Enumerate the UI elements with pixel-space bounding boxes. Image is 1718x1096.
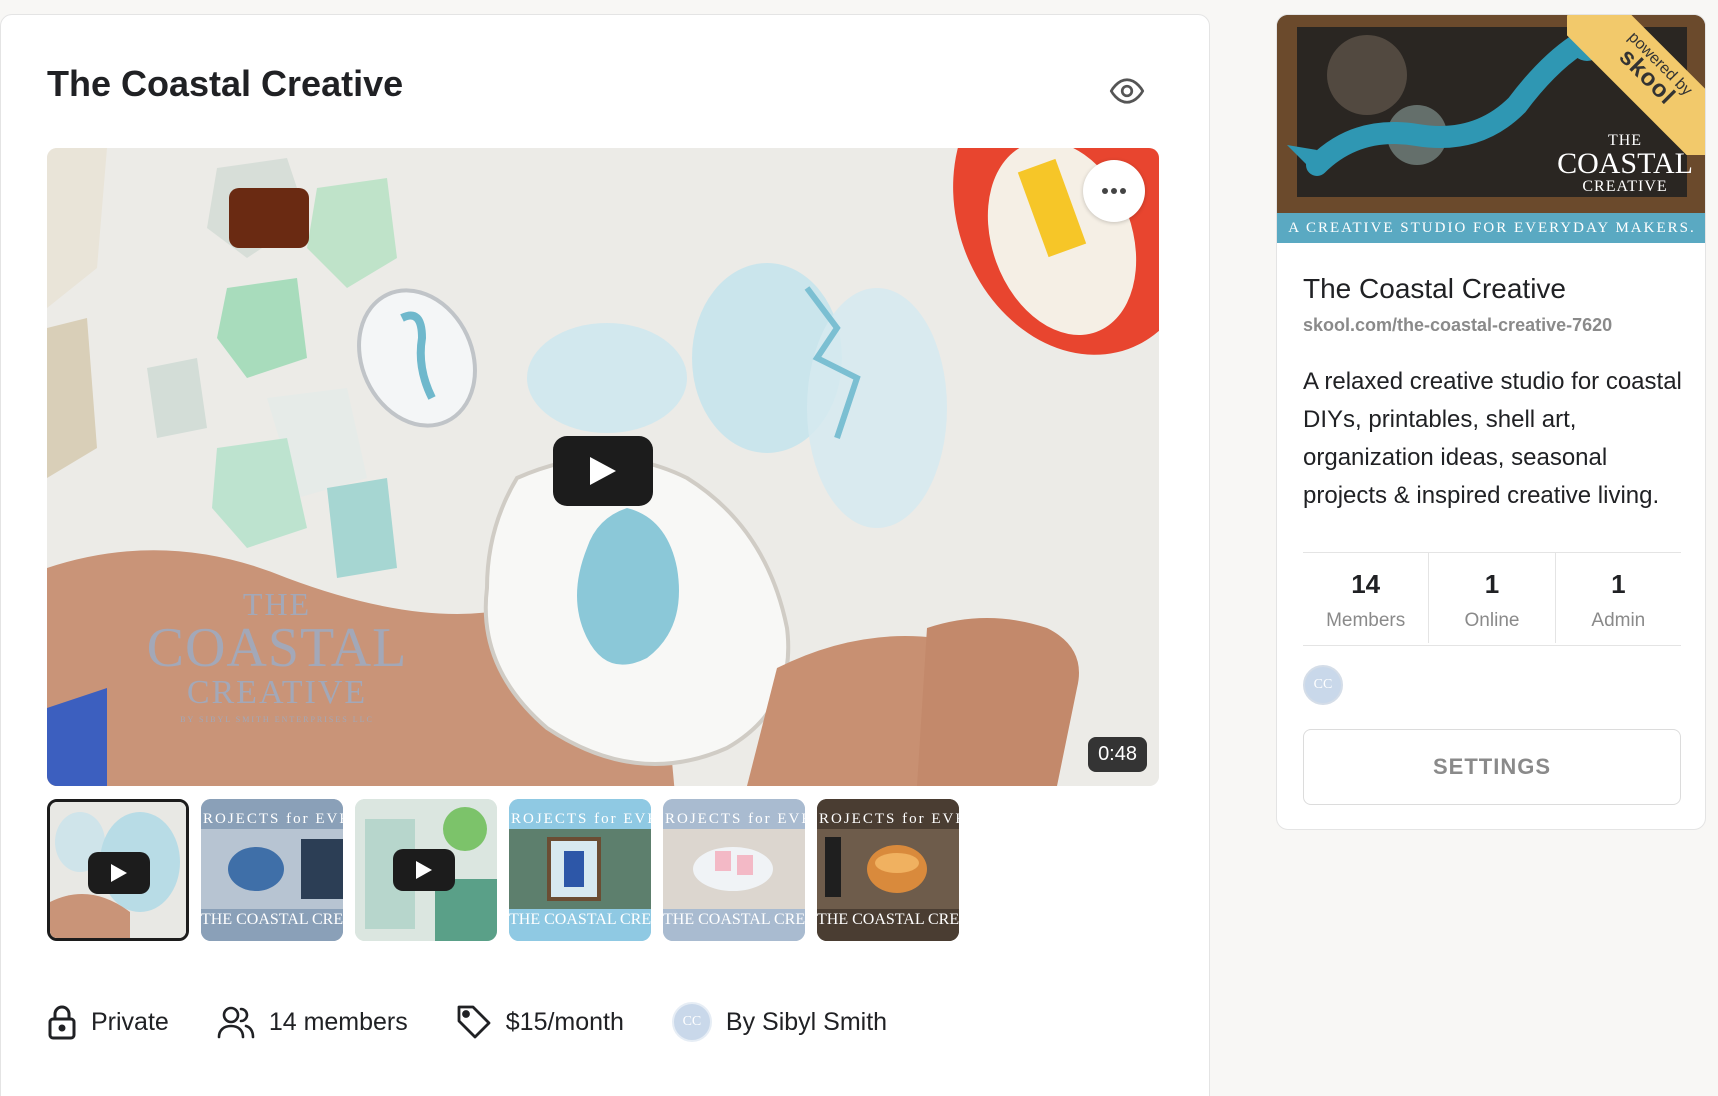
privacy-info: Private <box>47 1004 169 1040</box>
members-info: 14 members <box>217 1005 408 1039</box>
stat-value: 14 <box>1351 569 1381 599</box>
video-duration: 0:48 <box>1088 737 1147 772</box>
media-thumbnails: ROJECTS for EVER THE COASTAL CRE ROJECTS… <box>47 799 959 941</box>
stat-admin[interactable]: 1 Admin <box>1554 553 1681 643</box>
group-sidebar-card: THE COASTAL CREATIVE powered by skool A … <box>1276 14 1706 830</box>
thumbnail-1[interactable] <box>47 799 189 941</box>
stat-value: 1 <box>1611 569 1626 599</box>
watermark-line2: COASTAL <box>146 617 408 679</box>
group-banner: THE COASTAL CREATIVE powered by skool A … <box>1277 15 1705 243</box>
play-button[interactable] <box>553 436 653 506</box>
play-icon <box>111 864 127 882</box>
lock-icon <box>48 1005 76 1040</box>
group-stats: 14 Members 1 Online 1 Admin <box>1303 553 1681 643</box>
thumbnail-bottom-text: THE COASTAL CRE <box>817 911 959 928</box>
members-label: 14 members <box>268 1007 408 1036</box>
eye-icon[interactable] <box>1109 73 1145 109</box>
stat-members[interactable]: 14 Members <box>1303 553 1428 643</box>
thumbnail-top-text: ROJECTS for EVER <box>511 811 651 827</box>
admin-avatar[interactable]: CC <box>1303 665 1343 705</box>
thumbnail-bottom-text: THE COASTAL CRE <box>509 911 651 928</box>
thumbnail-play-button <box>393 849 455 891</box>
thumbnail-play-button <box>88 852 150 894</box>
price-label: $15/month <box>505 1007 624 1036</box>
stat-online[interactable]: 1 Online <box>1428 553 1554 643</box>
stat-label: Online <box>1464 610 1520 631</box>
author-avatar[interactable]: CC <box>671 1002 712 1042</box>
play-icon <box>590 457 616 485</box>
powered-by-ribbon[interactable]: powered by skool <box>1567 15 1705 155</box>
thumbnail-5[interactable]: ROJECTS for EVER THE COASTAL CRE <box>663 799 805 941</box>
settings-button[interactable]: SETTINGS <box>1303 729 1681 805</box>
thumbnail-6[interactable]: ROJECTS for EVER THE COASTAL CRE <box>817 799 959 941</box>
watermark-line1: THE <box>242 586 312 622</box>
group-description: A relaxed creative studio for coastal DI… <box>1303 368 1682 509</box>
author-label[interactable]: By Sibyl Smith <box>726 1008 887 1037</box>
video-watermark: THE COASTAL CREATIVE BY SIBYL SMITH ENTE… <box>127 588 427 724</box>
banner-tagline: A CREATIVE STUDIO FOR EVERYDAY MAKERS. <box>1277 213 1705 243</box>
video-player[interactable]: THE COASTAL CREATIVE BY SIBYL SMITH ENTE… <box>47 148 1159 786</box>
tag-icon <box>457 1005 491 1039</box>
thumbnail-bottom-text: THE COASTAL CRE <box>201 911 343 928</box>
price-info: $15/month <box>456 1004 624 1040</box>
group-name: The Coastal Creative <box>1303 273 1567 304</box>
thumbnail-top-text: ROJECTS for EVER <box>819 811 959 827</box>
stat-label: Members <box>1326 610 1406 631</box>
thumbnail-4[interactable]: ROJECTS for EVER THE COASTAL CRE <box>509 799 651 941</box>
more-options-button[interactable] <box>1083 160 1145 222</box>
banner-logo-line3: CREATIVE <box>1582 178 1668 195</box>
play-icon <box>416 861 432 879</box>
users-icon <box>217 1006 255 1039</box>
thumbnail-bottom-text: THE COASTAL CRE <box>663 911 805 928</box>
stat-label: Admin <box>1591 610 1646 631</box>
divider <box>1303 645 1681 646</box>
page-title: The Coastal Creative <box>47 63 404 104</box>
watermark-line3: CREATIVE <box>186 674 368 711</box>
group-about-card: The Coastal Creative THE COASTAL CREATIV… <box>0 14 1210 1096</box>
group-meta: Private 14 members $15/month CC By Sibyl… <box>47 1000 935 1044</box>
author-info[interactable]: CC By Sibyl Smith <box>671 1002 887 1042</box>
watermark-line4: BY SIBYL SMITH ENTERPRISES LLC <box>180 715 374 724</box>
ellipsis-icon <box>1102 188 1126 194</box>
privacy-label: Private <box>91 1007 169 1036</box>
stat-value: 1 <box>1484 569 1500 599</box>
thumbnail-3[interactable] <box>355 799 497 941</box>
group-url[interactable]: skool.com/the-coastal-creative-7620 <box>1303 315 1612 336</box>
thumbnail-top-text: ROJECTS for EVER <box>665 811 805 827</box>
thumbnail-top-text: ROJECTS for EVER <box>203 811 343 827</box>
thumbnail-2[interactable]: ROJECTS for EVER THE COASTAL CRE <box>201 799 343 941</box>
